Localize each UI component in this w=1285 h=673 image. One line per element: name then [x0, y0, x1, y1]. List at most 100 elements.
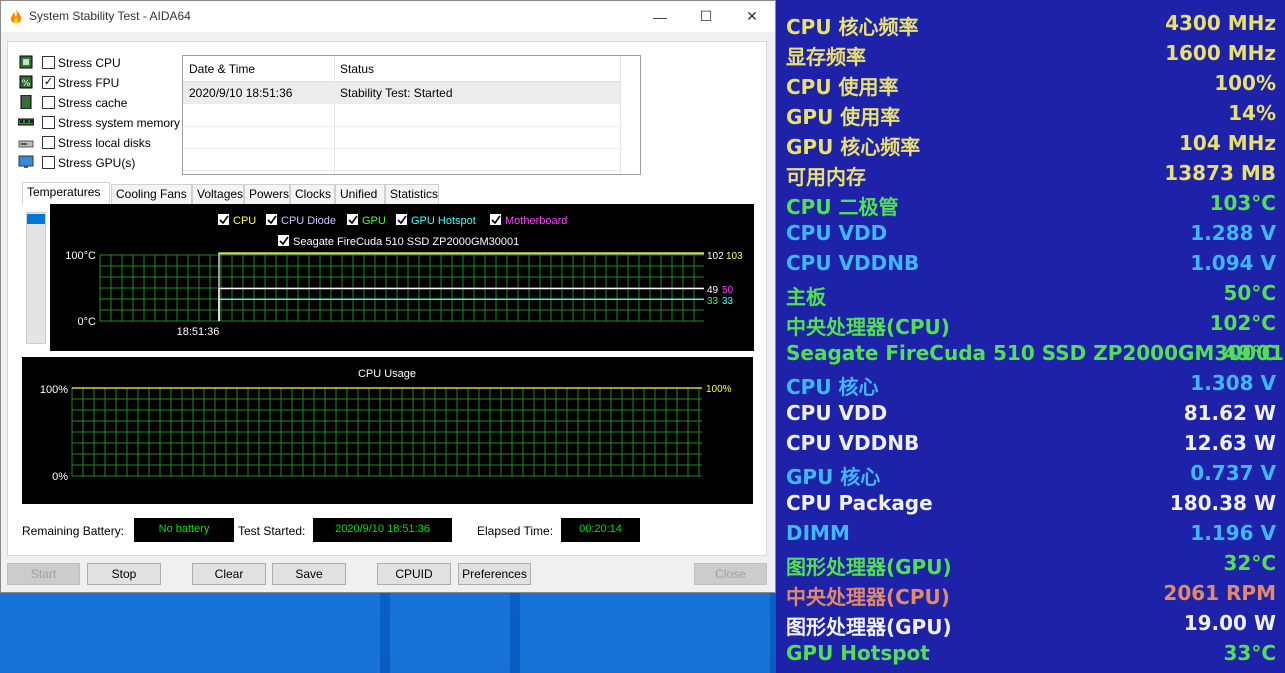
cpuid-button[interactable]: CPUID: [377, 563, 451, 585]
stress-option[interactable]: Stress CPU: [18, 54, 188, 72]
preferences-button[interactable]: Preferences: [458, 563, 531, 585]
series-line: [218, 288, 704, 321]
column-header-status[interactable]: Status: [340, 62, 374, 76]
stress-checkbox[interactable]: ✓: [42, 76, 55, 89]
title-bar[interactable]: System Stability Test - AIDA64 — ☐ ✕: [1, 1, 775, 32]
legend-label: GPU: [362, 215, 386, 227]
osd-sensor-label: GPU 核心: [786, 465, 881, 489]
table-header: Date & Time Status: [183, 56, 620, 82]
stress-option-label: Stress system memory: [58, 116, 181, 130]
osd-sensor-value: 0.737 V: [1190, 461, 1276, 485]
close-window-button[interactable]: ✕: [729, 1, 775, 32]
battery-value: No battery: [134, 518, 234, 542]
stress-option[interactable]: Stress cache: [18, 94, 188, 112]
graph-scroll-slider[interactable]: [26, 212, 46, 344]
osd-row: GPU 核心 0.737 V: [786, 458, 1276, 489]
osd-sensor-value: 50°C: [1223, 281, 1276, 305]
osd-sensor-value: 1.094 V: [1190, 251, 1276, 275]
close-button[interactable]: Close: [694, 563, 767, 585]
tab-temperatures[interactable]: Temperatures: [22, 182, 110, 204]
cpu-usage-chart-svg: CPU Usage 100% 0% 100%: [40, 368, 732, 483]
stop-button[interactable]: Stop: [87, 563, 161, 585]
osd-row: CPU VDDNB 1.094 V: [786, 248, 1276, 278]
osd-sensor-label: GPU 核心频率: [786, 135, 921, 159]
osd-row: CPU Package 180.38 W: [786, 488, 1276, 518]
osd-row: CPU 核心频率 4300 MHz: [786, 8, 1276, 39]
test-started-label: Test Started:: [238, 524, 306, 538]
stress-option-label: Stress CPU: [58, 56, 121, 70]
stress-checkbox[interactable]: [42, 56, 55, 69]
stress-checkbox[interactable]: [42, 96, 55, 109]
tab-powers[interactable]: Powers: [244, 184, 290, 204]
osd-sensor-label: CPU 使用率: [786, 75, 899, 99]
osd-row: 图形处理器(GPU) 19.00 W: [786, 608, 1276, 639]
osd-row: CPU 二极管 103°C: [786, 188, 1276, 219]
legend-label: CPU Diode: [281, 215, 336, 227]
osd-sensor-label: 主板: [786, 285, 826, 309]
osd-row: GPU 使用率 14%: [786, 98, 1276, 129]
maximize-icon: ☐: [699, 8, 713, 24]
table-row[interactable]: 2020/9/10 18:51:36 Stability Test: Start…: [183, 82, 620, 104]
flame-icon: [10, 9, 22, 24]
test-started-value: 2020/9/10 18:51:36: [313, 518, 452, 542]
osd-sensor-value: 104 MHz: [1179, 131, 1276, 155]
save-button[interactable]: Save: [272, 563, 346, 585]
minimize-button[interactable]: —: [637, 1, 683, 32]
osd-sensor-value: 100%: [1214, 71, 1276, 95]
column-header-datetime[interactable]: Date & Time: [189, 62, 255, 76]
stress-checkbox[interactable]: [42, 116, 55, 129]
osd-row: 可用内存 13873 MB: [786, 158, 1276, 189]
tab-cooling-fans[interactable]: Cooling Fans: [111, 184, 192, 204]
osd-sensor-value: 4300 MHz: [1165, 11, 1276, 35]
osd-sensor-label: CPU VDDNB: [786, 431, 920, 455]
window-title: System Stability Test - AIDA64: [29, 9, 191, 23]
osd-sensor-value: 33°C: [1223, 641, 1276, 665]
osd-row: 图形处理器(GPU) 32°C: [786, 548, 1276, 579]
temperature-chart-svg: CPU CPU Diode GPU GPU Hotspot Motherboard Sea…: [65, 214, 743, 338]
slider-thumb[interactable]: [27, 214, 45, 224]
osd-row: 显存频率 1600 MHz: [786, 38, 1276, 69]
stress-option[interactable]: Stress GPU(s): [18, 154, 188, 172]
column-divider: [334, 56, 335, 174]
tab-unified[interactable]: Unified: [335, 184, 385, 204]
stress-checkbox[interactable]: [42, 156, 55, 169]
osd-sensor-value: 1.196 V: [1190, 521, 1276, 545]
osd-sensor-value: 2061 RPM: [1163, 581, 1276, 605]
cpu-chip-icon: [19, 55, 33, 69]
button-row: Start Stop Clear Save CPUID Preferences …: [1, 563, 777, 589]
tab-statistics[interactable]: Statistics: [385, 184, 439, 204]
maximize-button[interactable]: ☐: [683, 1, 729, 32]
series-value-label: 33: [722, 296, 734, 307]
stress-option[interactable]: Stress local disks: [18, 134, 188, 152]
stress-option-label: Stress GPU(s): [58, 156, 136, 170]
stress-option[interactable]: Stress system memory: [18, 114, 188, 132]
y-axis-max-label: 100%: [40, 384, 68, 396]
y-axis-min-label: 0°C: [78, 316, 97, 328]
table-scrollbar[interactable]: [620, 56, 640, 174]
osd-sensor-value: 102°C: [1209, 311, 1276, 335]
desktop-pane: [0, 593, 380, 673]
osd-row: 主板 50°C: [786, 278, 1276, 309]
series-line: [218, 253, 704, 321]
start-button[interactable]: Start: [7, 563, 80, 585]
clear-button[interactable]: Clear: [192, 563, 266, 585]
osd-row: 中央处理器(CPU) 102°C: [786, 308, 1276, 339]
elapsed-time-value: 00:20:14: [561, 518, 640, 542]
row-status: Stability Test: Started: [340, 86, 453, 100]
stress-option[interactable]: % ✓ Stress FPU: [18, 74, 188, 92]
osd-sensor-label: CPU VDD: [786, 221, 888, 245]
osd-row: CPU VDD 81.62 W: [786, 398, 1276, 428]
osd-row: Seagate FireCuda 510 SSD ZP2000GM30001 49…: [786, 338, 1284, 368]
osd-row: GPU Hotspot 33°C: [786, 638, 1276, 668]
osd-sensor-value: 1600 MHz: [1165, 41, 1276, 65]
osd-sensor-value: 1.288 V: [1190, 221, 1276, 245]
osd-sensor-value: 49°C: [1223, 341, 1276, 365]
osd-sensor-label: CPU VDDNB: [786, 251, 920, 275]
tab-voltages[interactable]: Voltages: [192, 184, 244, 204]
stress-checkbox[interactable]: [42, 136, 55, 149]
osd-row: CPU 核心 1.308 V: [786, 368, 1276, 399]
tab-clocks[interactable]: Clocks: [290, 184, 335, 204]
osd-sensor-value: 12.63 W: [1183, 431, 1276, 455]
series-line: [218, 287, 704, 321]
status-log-table[interactable]: Date & Time Status 2020/9/10 18:51:36 St…: [182, 55, 641, 175]
